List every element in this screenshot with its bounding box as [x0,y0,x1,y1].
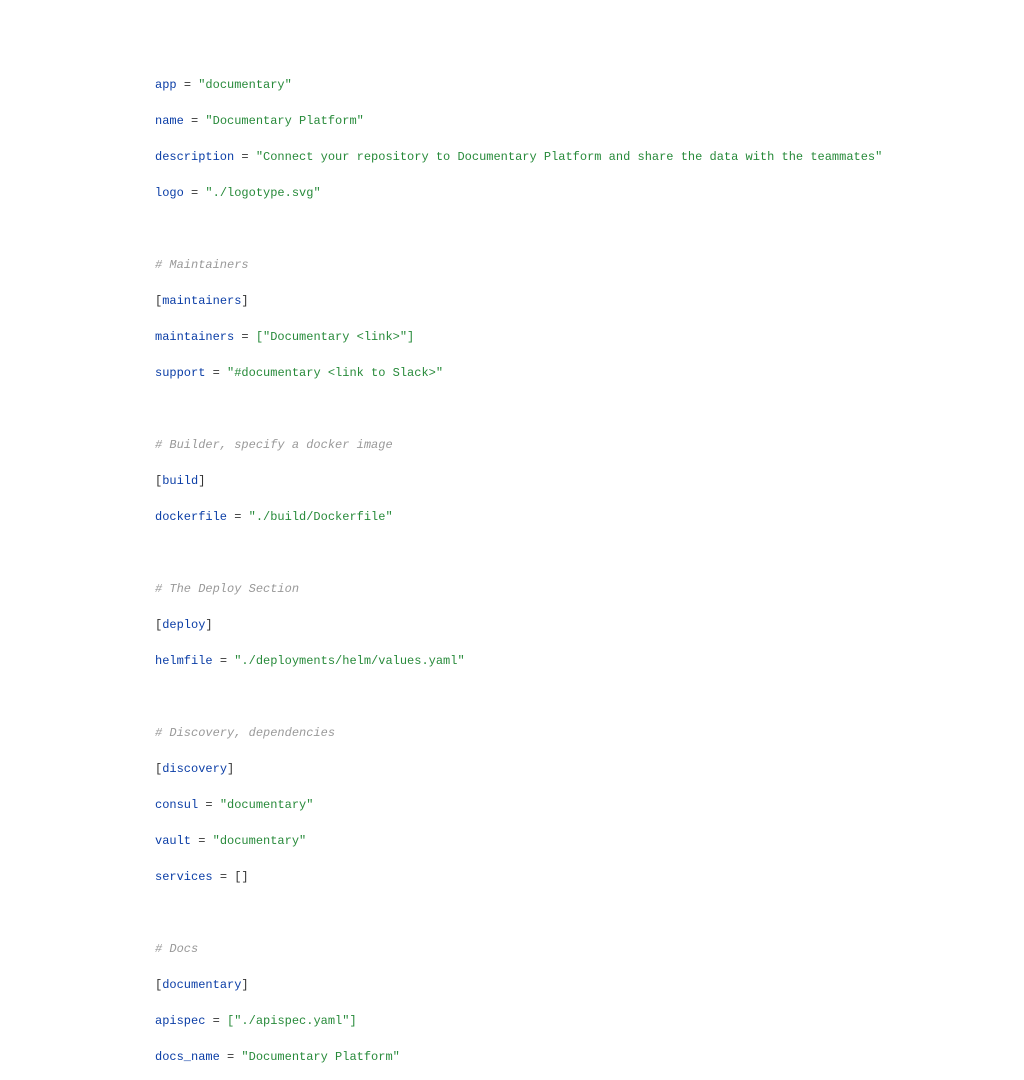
equals: = [205,798,212,812]
toml-key: vault [155,834,191,848]
toml-comment: # Docs [155,942,198,956]
toml-key: support [155,366,205,380]
toml-section: discovery [162,762,227,776]
equals: = [234,510,241,524]
toml-key: dockerfile [155,510,227,524]
equals: = [213,1014,220,1028]
toml-string: "./deployments/helm/values.yaml" [234,654,464,668]
bracket: [ [155,618,162,632]
code-line: [discovery] [155,760,1024,778]
bracket: ] [227,762,234,776]
blank-line [155,220,1024,238]
toml-string: "./build/Dockerfile" [249,510,393,524]
code-line: apispec = ["./apispec.yaml"] [155,1012,1024,1030]
code-line: [deploy] [155,616,1024,634]
bracket: ] [198,474,205,488]
toml-key: name [155,114,184,128]
toml-key: apispec [155,1014,205,1028]
toml-section: deploy [162,618,205,632]
code-line: [documentary] [155,976,1024,994]
code-line: consul = "documentary" [155,796,1024,814]
blank-line [155,544,1024,562]
toml-string: "documentary" [213,834,307,848]
equals: = [191,186,198,200]
toml-key: description [155,150,234,164]
code-line: app = "documentary" [155,76,1024,94]
toml-key: logo [155,186,184,200]
code-line: maintainers = ["Documentary <link>"] [155,328,1024,346]
toml-section: documentary [162,978,241,992]
toml-string: "Connect your repository to Documentary … [256,150,883,164]
toml-array: [] [234,870,248,884]
toml-comment: # Discovery, dependencies [155,726,335,740]
code-line: # Builder, specify a docker image [155,436,1024,454]
toml-key: maintainers [155,330,234,344]
toml-string: "documentary" [198,78,292,92]
equals: = [241,150,248,164]
code-line: services = [] [155,868,1024,886]
toml-string: "./logotype.svg" [205,186,320,200]
code-line: vault = "documentary" [155,832,1024,850]
blank-line [155,904,1024,922]
toml-comment: # The Deploy Section [155,582,299,596]
toml-comment: # Builder, specify a docker image [155,438,393,452]
equals: = [184,78,191,92]
code-line: [maintainers] [155,292,1024,310]
toml-key: services [155,870,213,884]
code-line: description = "Connect your repository t… [155,148,1024,166]
toml-string: "#documentary <link to Slack>" [227,366,443,380]
toml-string: ["./apispec.yaml"] [227,1014,357,1028]
equals: = [241,330,248,344]
toml-section: maintainers [162,294,241,308]
toml-string: "Documentary Platform" [241,1050,399,1064]
equals: = [213,366,220,380]
code-line: support = "#documentary <link to Slack>" [155,364,1024,382]
toml-comment: # Maintainers [155,258,249,272]
code-line: logo = "./logotype.svg" [155,184,1024,202]
code-line: helmfile = "./deployments/helm/values.ya… [155,652,1024,670]
code-line: # Maintainers [155,256,1024,274]
code-line: [build] [155,472,1024,490]
toml-string: ["Documentary <link>"] [256,330,414,344]
toml-key: app [155,78,177,92]
blank-line [155,688,1024,706]
bracket: ] [241,294,248,308]
bracket: [ [155,762,162,776]
toml-key: consul [155,798,198,812]
code-line: docs_name = "Documentary Platform" [155,1048,1024,1066]
code-line: # Docs [155,940,1024,958]
equals: = [191,114,198,128]
blank-line [155,400,1024,418]
code-line: # The Deploy Section [155,580,1024,598]
equals: = [220,654,227,668]
bracket: ] [205,618,212,632]
toml-key: docs_name [155,1050,220,1064]
equals: = [227,1050,234,1064]
code-line: dockerfile = "./build/Dockerfile" [155,508,1024,526]
bracket: ] [241,978,248,992]
equals: = [220,870,227,884]
code-line: # Discovery, dependencies [155,724,1024,742]
equals: = [198,834,205,848]
toml-string: "documentary" [220,798,314,812]
toml-key: helmfile [155,654,213,668]
bracket: [ [155,978,162,992]
code-line: name = "Documentary Platform" [155,112,1024,130]
toml-string: "Documentary Platform" [205,114,363,128]
toml-section: build [162,474,198,488]
